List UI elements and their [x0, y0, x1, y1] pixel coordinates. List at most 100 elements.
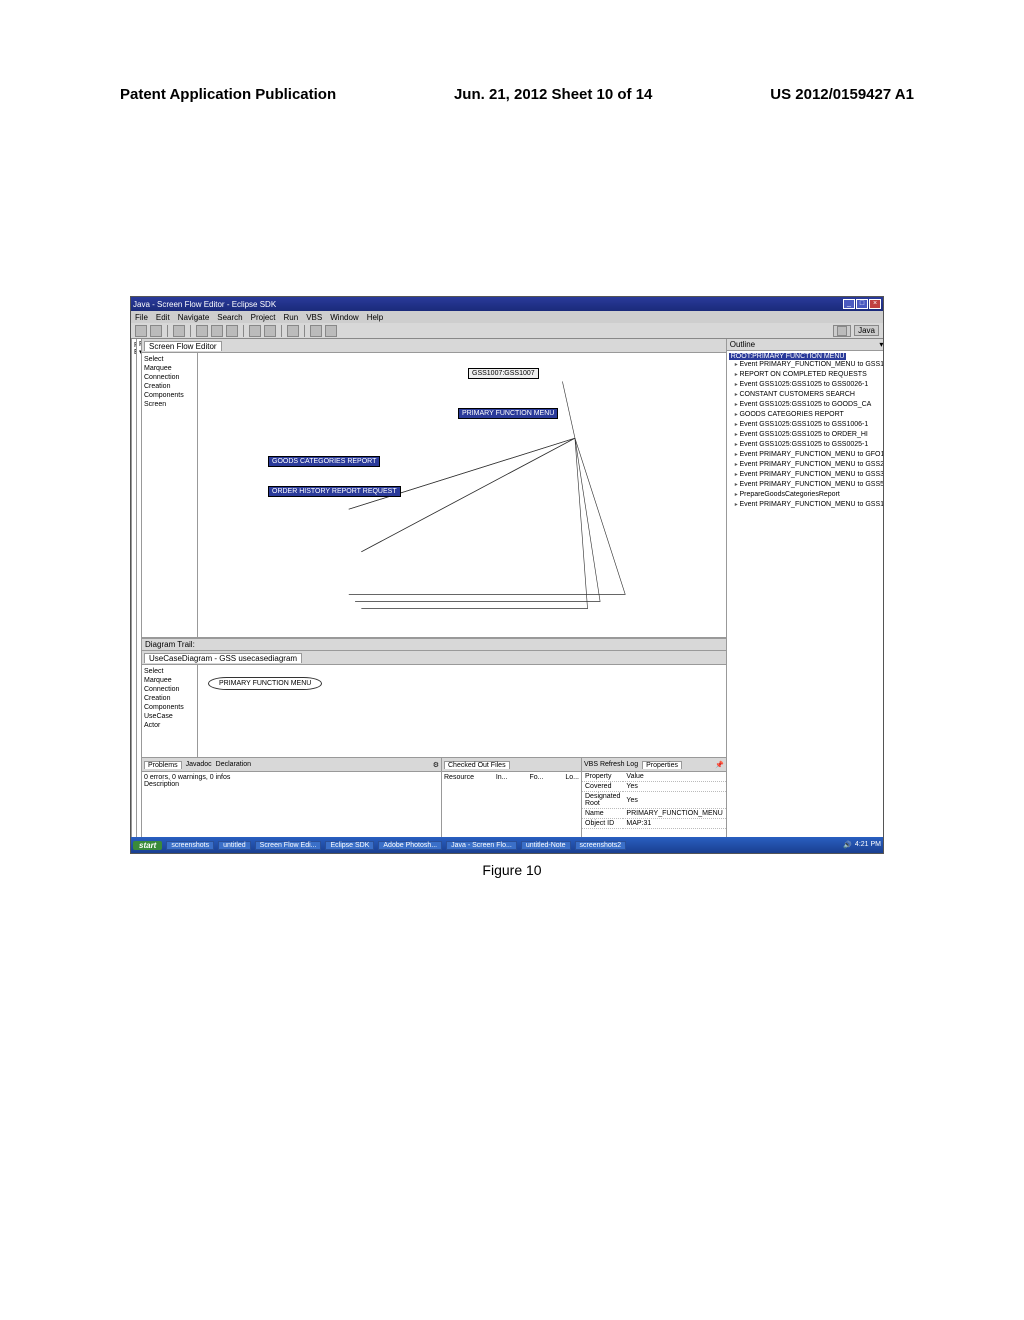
- table-row[interactable]: Designated RootYes: [582, 792, 726, 809]
- flow-canvas[interactable]: PRIMARY FUNCTION MENU GSS1007:GSS1007 GO…: [198, 353, 726, 637]
- run-icon[interactable]: [211, 325, 223, 337]
- palette-marquee[interactable]: Marquee: [144, 364, 195, 373]
- palette-actor[interactable]: Actor: [144, 721, 195, 730]
- tab-javadoc[interactable]: Javadoc: [186, 761, 212, 769]
- table-row[interactable]: CoveredYes: [582, 782, 726, 792]
- diagram-trail-label: Diagram Trail:: [145, 640, 195, 649]
- list-item[interactable]: Event GSS1025:GSS1025 to GSS0026-1: [735, 380, 884, 390]
- palette-connection[interactable]: Connection: [144, 685, 195, 694]
- palette-creation[interactable]: Creation: [144, 382, 195, 391]
- outline-tree[interactable]: Event PRIMARY_FUNCTION_MENU to GSS1 REPO…: [729, 360, 884, 510]
- forward-icon[interactable]: [325, 325, 337, 337]
- outline-root-node[interactable]: ROOT:PRIMARY FUNCTION MENU: [729, 353, 847, 360]
- node-order-history-report[interactable]: ORDER HISTORY REPORT REQUEST: [268, 486, 401, 497]
- list-item[interactable]: Event GSS1025:GSS1025 to GOODS_CA: [735, 400, 884, 410]
- node-goods-categories-report[interactable]: GOODS CATEGORIES REPORT: [268, 456, 380, 467]
- menu-file[interactable]: File: [135, 313, 148, 322]
- list-item[interactable]: Event PRIMARY_FUNCTION_MENU to GSS3: [735, 470, 884, 480]
- menu-edit[interactable]: Edit: [156, 313, 170, 322]
- taskbar-item[interactable]: untitled: [218, 841, 251, 850]
- node-gss1007[interactable]: GSS1007:GSS1007: [468, 368, 539, 379]
- header-left: Patent Application Publication: [120, 86, 336, 103]
- ext-tools-icon[interactable]: [226, 325, 238, 337]
- new-icon[interactable]: [135, 325, 147, 337]
- tab-properties[interactable]: Properties: [642, 761, 682, 769]
- taskbar-item[interactable]: Eclipse SDK: [325, 841, 374, 850]
- java-perspective-button[interactable]: Java: [854, 325, 879, 336]
- taskbar-item[interactable]: Java - Screen Flo...: [446, 841, 517, 850]
- col-fo: Fo...: [529, 774, 543, 781]
- outline-menu-icon[interactable]: ▾: [879, 340, 883, 349]
- list-item[interactable]: Event GSS1025:GSS1025 to GSS0025-1: [735, 440, 884, 450]
- save-icon[interactable]: [150, 325, 162, 337]
- menu-navigate[interactable]: Navigate: [178, 313, 210, 322]
- start-button[interactable]: start: [133, 841, 162, 850]
- properties-view[interactable]: VBS Refresh Log Properties 📌 Property Va…: [582, 758, 726, 837]
- minimize-button[interactable]: _: [843, 299, 855, 309]
- palette-marquee[interactable]: Marquee: [144, 676, 195, 685]
- tab-usecase-diagram[interactable]: UseCaseDiagram - GSS usecasediagram: [144, 653, 302, 663]
- palette-select[interactable]: Select: [144, 355, 195, 364]
- tab-vbs-refresh-log[interactable]: VBS Refresh Log: [584, 761, 638, 769]
- outline-view[interactable]: Outline ▾ ROOT:PRIMARY FUNCTION MENU Eve…: [726, 339, 884, 837]
- search-icon[interactable]: [287, 325, 299, 337]
- problems-view[interactable]: Problems Javadoc Declaration ⚙ 0 errors,…: [142, 758, 442, 837]
- maximize-button[interactable]: □: [856, 299, 868, 309]
- palette-usecase[interactable]: UseCase: [144, 712, 195, 721]
- col-lo: Lo...: [565, 774, 579, 781]
- tray-clock[interactable]: 4:21 PM: [855, 841, 881, 849]
- table-row[interactable]: Object IDMAP:31: [582, 819, 726, 829]
- taskbar-item[interactable]: screenshots: [166, 841, 214, 850]
- new-class-icon[interactable]: [264, 325, 276, 337]
- close-button[interactable]: ×: [869, 299, 881, 309]
- menu-project[interactable]: Project: [251, 313, 276, 322]
- usecase-canvas[interactable]: PRIMARY FUNCTION MENU: [198, 665, 726, 757]
- back-icon[interactable]: [310, 325, 322, 337]
- problems-desc-header: Description: [144, 781, 439, 788]
- palette-select[interactable]: Select: [144, 667, 195, 676]
- palette-components[interactable]: Components: [144, 391, 195, 400]
- taskbar-item[interactable]: Adobe Photosh...: [378, 841, 442, 850]
- tab-problems[interactable]: Problems: [144, 761, 182, 769]
- new-package-icon[interactable]: [249, 325, 261, 337]
- menu-search[interactable]: Search: [217, 313, 242, 322]
- taskbar-item[interactable]: screenshots2: [575, 841, 627, 850]
- menu-run[interactable]: Run: [284, 313, 299, 322]
- list-item[interactable]: Event GSS1025:GSS1025 to ORDER_HI: [735, 430, 884, 440]
- menu-help[interactable]: Help: [367, 313, 383, 322]
- palette-connection[interactable]: Connection: [144, 373, 195, 382]
- debug-icon[interactable]: [196, 325, 208, 337]
- tab-checked-out-files[interactable]: Checked Out Files: [444, 761, 510, 769]
- list-item[interactable]: Event PRIMARY_FUNCTION_MENU to GSS1: [735, 500, 884, 510]
- palette-components[interactable]: Components: [144, 703, 195, 712]
- filter-icon[interactable]: ⚙: [433, 761, 439, 769]
- list-item[interactable]: Event PRIMARY_FUNCTION_MENU to GSS2: [735, 460, 884, 470]
- properties-col-value: Value: [623, 772, 725, 782]
- taskbar-item[interactable]: Screen Flow Edi...: [255, 841, 322, 850]
- node-primary-function-menu[interactable]: PRIMARY FUNCTION MENU: [458, 408, 558, 419]
- list-item[interactable]: REPORT ON COMPLETED REQUESTS: [735, 370, 884, 380]
- menu-vbs[interactable]: VBS: [306, 313, 322, 322]
- open-perspective-button[interactable]: [833, 325, 851, 337]
- usecase-node-primary-menu[interactable]: PRIMARY FUNCTION MENU: [208, 677, 322, 690]
- tab-screen-flow-editor[interactable]: Screen Flow Editor: [144, 341, 222, 351]
- list-item[interactable]: Event GSS1025:GSS1025 to GSS1006-1: [735, 420, 884, 430]
- tab-declaration[interactable]: Declaration: [216, 761, 251, 769]
- print-icon[interactable]: [173, 325, 185, 337]
- eclipse-window: Java - Screen Flow Editor - Eclipse SDK …: [130, 296, 884, 854]
- taskbar-item[interactable]: untitled-Note: [521, 841, 571, 850]
- list-item[interactable]: Event PRIMARY_FUNCTION_MENU to GSS1: [735, 360, 884, 370]
- menu-window[interactable]: Window: [330, 313, 358, 322]
- table-row[interactable]: NamePRIMARY_FUNCTION_MENU: [582, 809, 726, 819]
- checked-out-files-view[interactable]: Checked Out Files Resource In... Fo... L…: [442, 758, 582, 837]
- list-item[interactable]: Event PRIMARY_FUNCTION_MENU to GSS5: [735, 480, 884, 490]
- palette-screen[interactable]: Screen: [144, 400, 195, 409]
- list-item[interactable]: CONSTANT CUSTOMERS SEARCH: [735, 390, 884, 400]
- pin-icon[interactable]: 📌: [715, 761, 724, 769]
- tray-icon[interactable]: 🔊: [843, 841, 852, 849]
- palette-creation[interactable]: Creation: [144, 694, 195, 703]
- list-item[interactable]: Event PRIMARY_FUNCTION_MENU to GFO1: [735, 450, 884, 460]
- list-item[interactable]: PrepareGoodsCategoriesReport: [735, 490, 884, 500]
- toolbar: Java: [131, 323, 883, 339]
- list-item[interactable]: GOODS CATEGORIES REPORT: [735, 410, 884, 420]
